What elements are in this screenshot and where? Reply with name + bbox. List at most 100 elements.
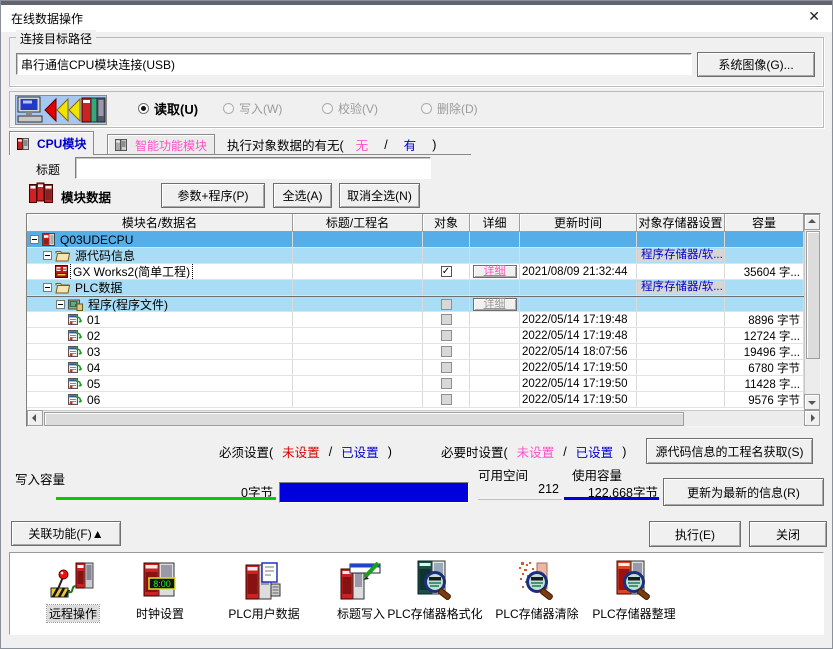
tree-collapse-icon[interactable]	[43, 283, 52, 292]
connection-group: 连接目标路径 串行通信CPU模块连接(USB) 系统图像(G)...	[9, 37, 824, 87]
target-checkbox	[441, 362, 452, 373]
table-row[interactable]: GX Works2(简单工程)✓详细2021/08/09 21:32:44356…	[27, 264, 804, 280]
required-slash: /	[329, 445, 332, 459]
execute-button[interactable]: 执行(E)	[649, 521, 741, 547]
radio-read-label: 读取(U)	[154, 99, 198, 118]
target-checkbox	[441, 314, 452, 325]
vertical-scrollbar[interactable]	[804, 214, 820, 410]
toolbar-item-clock-setting[interactable]: 8:00时钟设置	[116, 557, 204, 622]
radio-read[interactable]: 读取(U)	[138, 101, 198, 115]
row-label: PLC数据	[73, 280, 124, 295]
vertical-scroll-thumb[interactable]	[806, 231, 820, 359]
row-label: 01	[85, 313, 102, 327]
toolbar-item-plc-memory-format[interactable]: PLC存储器格式化	[384, 557, 486, 622]
module-data-label: 模块数据	[61, 187, 111, 206]
table-row[interactable]: PLC数据 程序存储器/软...	[27, 280, 804, 296]
radio-verify: 校验(V)	[322, 101, 378, 115]
param-program-button[interactable]: 参数+程序(P)	[161, 183, 265, 208]
detail-button[interactable]: 详细	[473, 265, 517, 278]
horizontal-scroll-thumb[interactable]	[44, 412, 684, 426]
close-icon[interactable]: ✕	[804, 8, 824, 25]
row-label: 程序(程序文件)	[86, 297, 170, 312]
column-header-6[interactable]: 对象存储器设置	[637, 214, 725, 232]
column-header-2[interactable]: 标题/工程名	[293, 214, 423, 232]
column-header-5[interactable]: 更新时间	[520, 214, 637, 232]
system-image-button[interactable]: 系统图像(G)...	[697, 52, 815, 77]
optional-slash: /	[563, 445, 566, 459]
scroll-left-icon[interactable]	[27, 410, 43, 426]
updated-time-cell: 2022/05/14 17:19:50	[520, 360, 637, 375]
toolbar-item-plc-memory-arrange[interactable]: PLC存储器整理	[586, 557, 682, 622]
table-row[interactable]: 062022/05/14 17:19:509576 字节	[27, 392, 804, 408]
row-label: 源代码信息	[73, 248, 137, 263]
radio-delete-dot	[421, 103, 432, 114]
radio-read-dot[interactable]	[138, 103, 149, 114]
toolbar-item-remote-operation[interactable]: 远程操作	[30, 557, 116, 622]
radio-delete: 删除(D)	[421, 101, 478, 115]
connection-path-value: 串行通信CPU模块连接(USB)	[21, 56, 175, 73]
horizontal-scrollbar[interactable]	[27, 410, 820, 426]
radio-write-dot	[223, 103, 234, 114]
toolbar-item-label: 标题写入	[337, 605, 385, 622]
required-suffix: )	[388, 445, 392, 459]
table-row[interactable]: 032022/05/14 18:07:5619496 字...	[27, 344, 804, 360]
exec-have: 有	[404, 135, 417, 154]
target-checkbox	[441, 299, 452, 310]
title-field[interactable]	[75, 157, 431, 179]
toolbar-item-plc-memory-clear[interactable]: PLC存储器清除	[488, 557, 586, 622]
optional-settings-status: 必要时设置( 未设置 / 已设置 )	[441, 442, 626, 461]
table-row[interactable]: Q03UDECPU	[27, 232, 804, 248]
column-header-1[interactable]: 模块名/数据名	[27, 214, 293, 232]
refresh-info-button[interactable]: 更新为最新的信息(R)	[663, 478, 824, 506]
updated-time-cell	[520, 280, 637, 295]
row-label: 04	[85, 361, 102, 375]
mode-group: 读取(U) 写入(W) 校验(V) 删除(D)	[9, 91, 824, 128]
target-checkbox[interactable]: ✓	[441, 266, 452, 277]
close-button[interactable]: 关闭	[749, 521, 827, 547]
detail-button[interactable]: 详细	[473, 298, 517, 311]
column-header-3[interactable]: 对象	[423, 214, 470, 232]
table-row[interactable]: 程序(程序文件) 详细	[27, 296, 804, 312]
table-row[interactable]: 042022/05/14 17:19:506780 字节	[27, 360, 804, 376]
tab-cpu-module[interactable]: CPU模块	[9, 131, 94, 155]
tree-collapse-icon[interactable]	[43, 251, 52, 260]
toolbar-item-label: PLC存储器整理	[592, 605, 675, 622]
table-row[interactable]: 052022/05/14 17:19:5011428 字...	[27, 376, 804, 392]
title-project-cell	[293, 376, 423, 391]
toolbar-item-plc-user-data[interactable]: PLC用户数据	[208, 557, 320, 622]
title-project-cell	[293, 232, 423, 247]
tree-collapse-icon[interactable]	[56, 300, 65, 309]
row-label: 05	[85, 377, 102, 391]
optional-not-set: 未设置	[517, 442, 555, 461]
capacity-cell: 9576 字节	[725, 392, 804, 407]
deselect-all-button[interactable]: 取消全选(N)	[339, 183, 420, 208]
get-project-name-button[interactable]: 源代码信息的工程名获取(S)	[646, 438, 813, 464]
scroll-up-icon[interactable]	[804, 214, 820, 230]
capacity-cell: 19496 字...	[725, 344, 804, 359]
tree-collapse-icon[interactable]	[30, 235, 39, 244]
updated-time-cell	[520, 297, 637, 312]
radio-write: 写入(W)	[223, 101, 282, 115]
target-memory-setting[interactable]: 程序存储器/软...	[638, 281, 723, 294]
column-header-4[interactable]: 详细	[470, 214, 520, 232]
ladder-file-icon	[68, 313, 82, 326]
target-checkbox	[441, 330, 452, 341]
title-project-cell	[293, 392, 423, 407]
tab-intelligent-module[interactable]: 智能功能模块	[107, 134, 215, 155]
column-header-7[interactable]: 容量	[725, 214, 804, 232]
select-all-button[interactable]: 全选(A)	[273, 183, 332, 208]
required-settings-status: 必须设置( 未设置 / 已设置 )	[219, 442, 392, 461]
target-memory-setting[interactable]: 程序存储器/软...	[638, 249, 723, 262]
related-functions-button[interactable]: 关联功能(F)▲	[11, 521, 121, 546]
capacity-cell	[725, 280, 804, 295]
write-capacity-bar	[279, 482, 469, 503]
scroll-right-icon[interactable]	[804, 410, 820, 426]
table-row[interactable]: 源代码信息 程序存储器/软...	[27, 248, 804, 264]
svg-text:8:00: 8:00	[153, 579, 171, 589]
scroll-down-icon[interactable]	[804, 394, 820, 410]
updated-time-cell: 2022/05/14 18:07:56	[520, 344, 637, 359]
updated-time-cell	[520, 232, 637, 247]
table-row[interactable]: 022022/05/14 17:19:4812724 字...	[27, 328, 804, 344]
table-row[interactable]: 012022/05/14 17:19:488896 字节	[27, 312, 804, 328]
exec-suffix: )	[432, 138, 436, 152]
